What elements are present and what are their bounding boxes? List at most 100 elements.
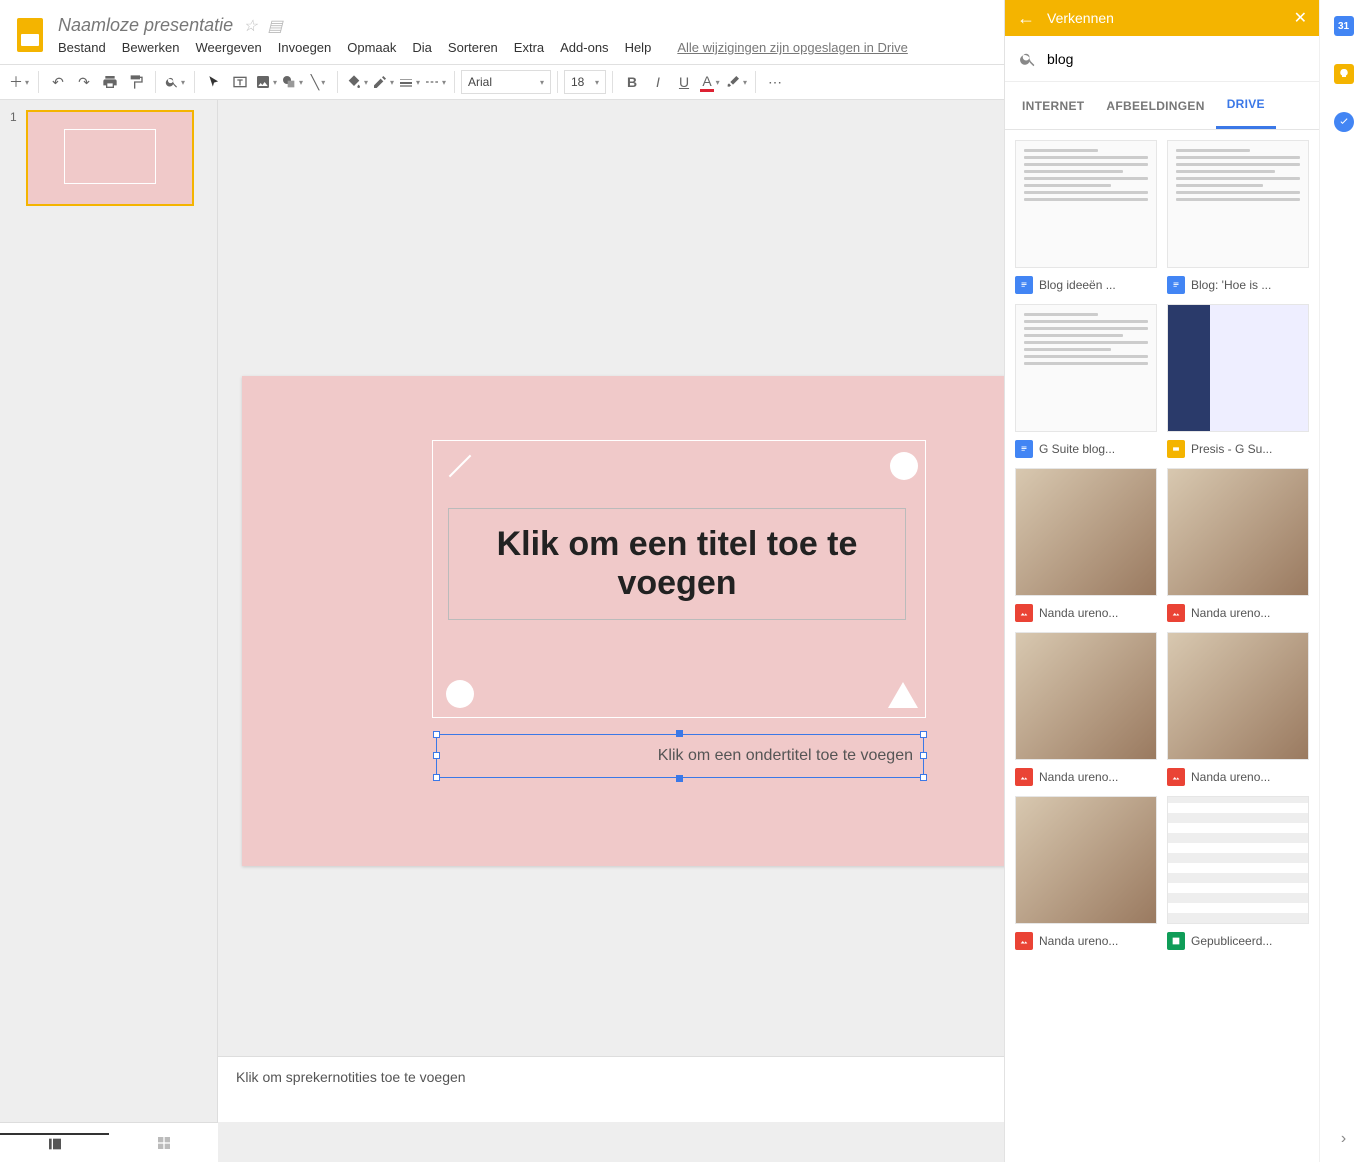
font-selector[interactable]: Arial▾ (461, 70, 551, 94)
explore-search-input[interactable] (1047, 51, 1305, 67)
app-logo[interactable] (10, 15, 50, 55)
theme-decoration-circle (890, 452, 918, 480)
border-weight-button[interactable] (396, 69, 422, 95)
fill-icon (346, 74, 362, 90)
explore-back-icon[interactable]: ← (1017, 8, 1035, 29)
menu-format[interactable]: Opmaak (347, 40, 396, 55)
textbox-tool[interactable] (227, 69, 253, 95)
tasks-icon[interactable] (1334, 112, 1354, 132)
menu-tools[interactable]: Extra (514, 40, 544, 55)
font-size-selector[interactable]: 18▾ (564, 70, 606, 94)
text-color-button[interactable]: A (697, 69, 723, 95)
new-slide-button[interactable]: ＋ (6, 69, 32, 95)
line-dash-icon (424, 74, 440, 90)
drive-result-item[interactable]: Nanda ureno... (1167, 632, 1309, 786)
select-tool[interactable] (201, 69, 227, 95)
more-button[interactable]: ⋯ (762, 69, 788, 95)
menu-addons[interactable]: Add-ons (560, 40, 608, 55)
drive-result-item[interactable]: Nanda ureno... (1167, 468, 1309, 622)
result-name: Nanda ureno... (1191, 606, 1270, 620)
border-color-button[interactable] (370, 69, 396, 95)
highlighter-icon (725, 74, 741, 90)
cursor-icon (207, 75, 221, 89)
result-thumbnail (1015, 140, 1157, 268)
sheet-filetype-icon (1167, 932, 1185, 950)
menu-insert[interactable]: Invoegen (278, 40, 332, 55)
menu-edit[interactable]: Bewerken (122, 40, 180, 55)
tab-images[interactable]: AFBEELDINGEN (1095, 82, 1215, 129)
close-icon[interactable]: ✕ (1294, 8, 1307, 28)
line-tool[interactable]: ╲ (305, 69, 331, 95)
print-icon (102, 74, 118, 90)
image-tool[interactable] (253, 69, 279, 95)
drive-result-item[interactable]: Presis - G Su... (1167, 304, 1309, 458)
result-name: Nanda ureno... (1039, 934, 1118, 948)
selection-handle[interactable] (920, 774, 927, 781)
shape-tool[interactable] (279, 69, 305, 95)
doc-filetype-icon (1015, 440, 1033, 458)
expand-rail-icon[interactable]: › (1341, 1130, 1346, 1148)
tab-internet[interactable]: INTERNET (1011, 82, 1095, 129)
drive-result-item[interactable]: Nanda ureno... (1015, 468, 1157, 622)
highlight-button[interactable] (723, 69, 749, 95)
paint-format-button[interactable] (123, 69, 149, 95)
selection-handle[interactable] (676, 775, 683, 782)
slide-number: 1 (10, 110, 20, 206)
subtitle-placeholder[interactable]: Klik om een ondertitel toe te voegen (436, 734, 924, 778)
zoom-icon (165, 75, 179, 89)
result-thumbnail (1015, 468, 1157, 596)
selection-handle[interactable] (676, 730, 683, 737)
result-thumbnail (1167, 304, 1309, 432)
slide-canvas[interactable]: Klik om een titel toe te voegen Klik om … (242, 376, 1118, 866)
img-filetype-icon (1167, 768, 1185, 786)
calendar-icon[interactable]: 31 (1334, 16, 1354, 36)
drive-result-item[interactable]: G Suite blog... (1015, 304, 1157, 458)
save-status[interactable]: Alle wijzigingen zijn opgeslagen in Driv… (677, 40, 908, 55)
filmstrip[interactable]: 1 (0, 100, 218, 1162)
filmstrip-view-button[interactable] (0, 1133, 109, 1152)
selection-handle[interactable] (433, 752, 440, 759)
selection-handle[interactable] (433, 731, 440, 738)
redo-button[interactable]: ↷ (71, 69, 97, 95)
selection-handle[interactable] (433, 774, 440, 781)
drive-result-item[interactable]: Nanda ureno... (1015, 796, 1157, 950)
drive-result-item[interactable]: Gepubliceerd... (1167, 796, 1309, 950)
menu-view[interactable]: Weergeven (196, 40, 262, 55)
star-icon[interactable]: ☆ (243, 16, 257, 36)
shape-icon (281, 74, 297, 90)
underline-button[interactable]: U (671, 69, 697, 95)
explore-results[interactable]: Blog ideeën ...Blog: 'Hoe is ...G Suite … (1005, 130, 1319, 1162)
drive-result-item[interactable]: Blog: 'Hoe is ... (1167, 140, 1309, 294)
title-placeholder[interactable]: Klik om een titel toe te voegen (448, 508, 906, 620)
menu-help[interactable]: Help (625, 40, 652, 55)
speaker-notes[interactable]: Klik om sprekernotities toe te voegen (218, 1056, 1052, 1122)
theme-decoration-circle (446, 680, 474, 708)
border-dash-button[interactable] (422, 69, 448, 95)
menu-file[interactable]: Bestand (58, 40, 106, 55)
fill-color-button[interactable] (344, 69, 370, 95)
zoom-button[interactable] (162, 69, 188, 95)
selection-handle[interactable] (920, 731, 927, 738)
undo-button[interactable]: ↶ (45, 69, 71, 95)
result-name: Presis - G Su... (1191, 442, 1272, 456)
selection-handle[interactable] (920, 752, 927, 759)
menu-arrange[interactable]: Sorteren (448, 40, 498, 55)
bold-button[interactable]: B (619, 69, 645, 95)
drive-result-item[interactable]: Nanda ureno... (1015, 632, 1157, 786)
menu-slide[interactable]: Dia (412, 40, 432, 55)
img-filetype-icon (1015, 932, 1033, 950)
move-folder-icon[interactable]: ▤ (267, 16, 282, 36)
drive-result-item[interactable]: Blog ideeën ... (1015, 140, 1157, 294)
filmstrip-icon (47, 1136, 63, 1152)
print-button[interactable] (97, 69, 123, 95)
doc-filetype-icon (1167, 276, 1185, 294)
keep-icon[interactable] (1334, 64, 1354, 84)
doc-title[interactable]: Naamloze presentatie (58, 15, 233, 36)
result-thumbnail (1167, 632, 1309, 760)
result-name: Gepubliceerd... (1191, 934, 1272, 948)
italic-button[interactable]: I (645, 69, 671, 95)
side-rail: 31 › (1319, 0, 1367, 1162)
grid-view-button[interactable] (109, 1135, 218, 1151)
tab-drive[interactable]: DRIVE (1216, 82, 1276, 129)
slide-thumbnail[interactable] (26, 110, 194, 206)
